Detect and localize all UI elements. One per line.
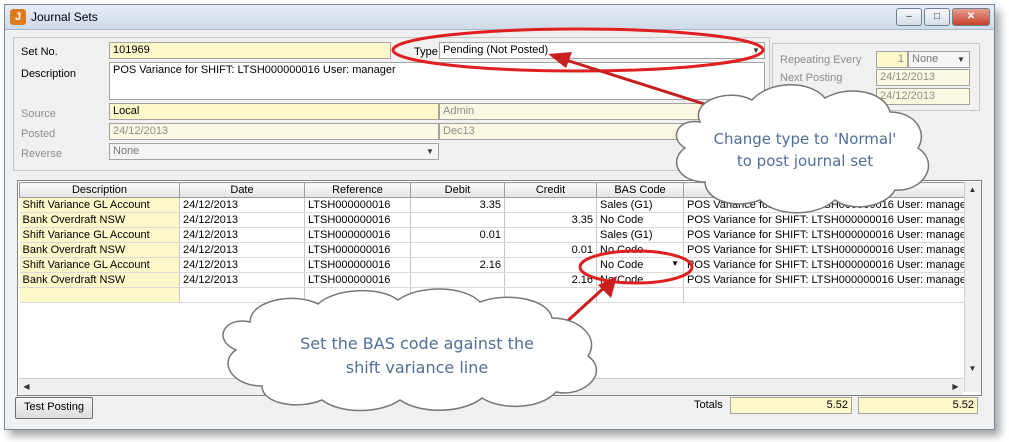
type-callout-line2: to post journal set	[736, 152, 874, 170]
bas-callout-line2: shift variance line	[345, 358, 489, 377]
type-callout-line1: Change type to 'Normal'	[713, 130, 897, 148]
bas-highlight-ring	[578, 249, 694, 285]
bas-callout-line1: Set the BAS code against the	[300, 334, 534, 353]
bas-callout-text: Set the BAS code against the shift varia…	[262, 332, 572, 380]
type-callout-text: Change type to 'Normal' to post journal …	[690, 128, 920, 172]
type-arrow-head	[548, 52, 572, 68]
